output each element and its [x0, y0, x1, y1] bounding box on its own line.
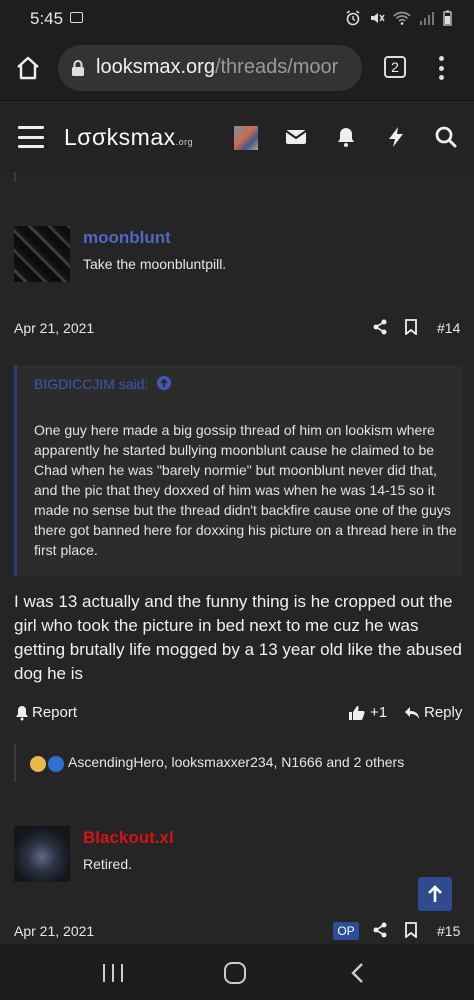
site-logo[interactable]: Lσσksmax.org [64, 124, 193, 151]
back-icon[interactable] [350, 962, 364, 984]
like-button[interactable]: +1 [348, 704, 387, 721]
url-host: looksmax.org [96, 56, 215, 78]
laughing-emoji-icon [30, 756, 46, 772]
scroll-to-top-button[interactable] [418, 877, 452, 911]
logo-text: Lσσksmax [64, 124, 176, 150]
status-bar: 5:45 [0, 0, 474, 36]
search-icon[interactable] [434, 125, 458, 149]
wifi-icon [393, 11, 411, 25]
alarm-icon [346, 10, 360, 26]
menu-icon[interactable] [18, 126, 44, 148]
bolt-icon[interactable] [384, 125, 408, 149]
bell-icon [16, 705, 28, 720]
thumbs-up-icon [349, 705, 365, 720]
user-title: Retired. [83, 856, 133, 872]
share-icon[interactable] [372, 922, 388, 938]
divider [14, 172, 16, 182]
url-path: /threads/moor [214, 56, 339, 78]
post-body: I was 13 actually and the funny thing is… [14, 592, 462, 683]
quote-author[interactable]: BIGDICCJIM said: [34, 376, 148, 392]
op-badge: OP [333, 922, 359, 940]
gallery-notification-icon [70, 12, 83, 23]
quote-block: BIGDICCJIM said: One guy here made a big… [14, 365, 462, 576]
bookmark-icon[interactable] [403, 922, 419, 938]
report-label: Report [32, 704, 78, 721]
user-title: Take the moonbluntpill. [83, 256, 227, 272]
post-number[interactable]: #15 [437, 923, 460, 939]
account-avatar[interactable] [234, 126, 258, 150]
more-menu-icon[interactable] [434, 54, 448, 82]
signal-icon [420, 12, 434, 25]
home-button-icon[interactable] [224, 962, 246, 984]
mute-icon [371, 13, 385, 23]
status-time: 5:45 [30, 9, 64, 28]
browser-toolbar: looksmax.org/threads/moor 2 [0, 36, 474, 100]
like-count: +1 [370, 704, 388, 721]
post-date[interactable]: Apr 21, 2021 [14, 923, 94, 939]
battery-icon [443, 10, 452, 26]
lock-icon [72, 60, 84, 76]
post-number[interactable]: #14 [437, 320, 460, 336]
reaction-users[interactable]: AscendingHero, looksmaxxer234, N1666 and… [68, 754, 404, 770]
report-button[interactable]: Report [14, 704, 77, 721]
reactions-bar[interactable]: AscendingHero, looksmaxxer234, N1666 and… [14, 744, 462, 782]
recents-icon[interactable] [103, 964, 123, 982]
arrow-up-circle-icon[interactable] [157, 376, 171, 390]
reply-arrow-icon [405, 706, 419, 719]
post-username[interactable]: Blackout.xl [83, 828, 174, 848]
site-header: Lσσksmax.org [0, 100, 474, 172]
avatar[interactable] [14, 826, 70, 882]
post-username[interactable]: moonblunt [83, 228, 171, 248]
tab-switcher-button[interactable]: 2 [384, 56, 406, 78]
reply-button[interactable]: Reply [404, 704, 462, 721]
avatar[interactable] [14, 226, 70, 282]
logo-suffix: .org [175, 137, 194, 147]
url-text: looksmax.org/threads/moor [96, 56, 354, 79]
arrow-up-icon [428, 885, 442, 902]
system-nav-bar [0, 944, 474, 1000]
share-icon[interactable] [372, 319, 388, 335]
post-date[interactable]: Apr 21, 2021 [14, 320, 94, 336]
thumbs-up-reaction-icon [48, 756, 64, 772]
bell-icon[interactable] [334, 125, 358, 149]
home-icon[interactable] [14, 54, 42, 82]
bookmark-icon[interactable] [403, 319, 419, 335]
address-bar[interactable]: looksmax.org/threads/moor [58, 45, 362, 91]
quote-text: One guy here made a big gossip thread of… [34, 422, 457, 558]
status-icons [345, 10, 452, 26]
thread-content: moonblunt Take the moonbluntpill. Apr 21… [0, 172, 474, 944]
reply-label: Reply [424, 704, 463, 721]
envelope-icon[interactable] [284, 125, 308, 149]
